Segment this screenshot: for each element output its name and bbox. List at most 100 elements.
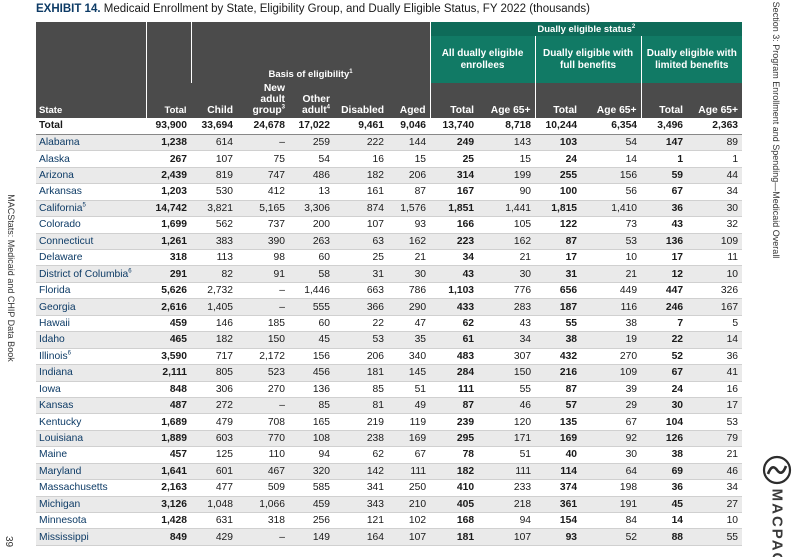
cell-child: 631 xyxy=(191,512,237,530)
cell-l-total: 36 xyxy=(641,479,688,497)
cell-total: 1,689 xyxy=(146,413,191,431)
cell-l-total: 104 xyxy=(641,413,688,431)
cell-f-total: 187 xyxy=(535,298,582,316)
state-footnote: 6 xyxy=(128,268,132,275)
cell-f-total: 255 xyxy=(535,167,582,185)
cell-new-adult: – xyxy=(237,282,289,300)
cell-other-adult: 200 xyxy=(289,216,334,234)
header-dual-status: Dually eligible status2 xyxy=(429,22,743,36)
cell-l-total: 246 xyxy=(641,298,688,316)
cell-l-total: 22 xyxy=(641,331,688,349)
state-name: Louisiana xyxy=(39,433,84,445)
cell-l-65: 27 xyxy=(687,496,743,514)
cell-d-65: 150 xyxy=(478,364,536,382)
cell-new-adult: 390 xyxy=(237,233,289,251)
cell-l-total: 136 xyxy=(641,233,688,251)
cell-l-65: 89 xyxy=(687,134,743,152)
cell-aged: 786 xyxy=(388,282,431,300)
cell-aged: 119 xyxy=(388,413,431,431)
cell-l-total: 3,496 xyxy=(641,118,688,135)
cell-child: 614 xyxy=(191,134,237,152)
cell-disabled: 25 xyxy=(334,249,388,267)
total-row: Total 93,900 33,694 24,678 17,022 9,461 9,046 1… xyxy=(36,118,743,135)
cell-f-65: 29 xyxy=(581,397,642,415)
state-cell: Maine xyxy=(36,446,146,464)
cell-f-total: 40 xyxy=(535,446,582,464)
cell-f-total: 216 xyxy=(535,364,582,382)
state-cell: Idaho xyxy=(36,331,146,349)
cell-d-total: 181 xyxy=(430,528,479,546)
cell-d-total: 87 xyxy=(430,397,479,415)
cell-disabled: 366 xyxy=(334,298,388,316)
cell-f-65: 6,354 xyxy=(581,118,642,135)
cell-f-65: 191 xyxy=(581,496,642,514)
cell-d-65: 143 xyxy=(478,134,536,152)
cell-d-65: 30 xyxy=(478,265,536,283)
cell-f-total: 1,815 xyxy=(535,200,582,218)
cell-l-65: 44 xyxy=(687,167,743,185)
cell-l-65: 10 xyxy=(687,265,743,283)
cell-f-total: 57 xyxy=(535,397,582,415)
cell-l-65: 53 xyxy=(687,413,743,431)
book-title: MACStats: Medicaid and CHIP Data Book xyxy=(6,194,16,362)
cell-d-65: 21 xyxy=(478,249,536,267)
state-cell: Iowa xyxy=(36,381,146,398)
table-row: Illinois6 3,590 717 2,172 156 206 340 483 307 432… xyxy=(36,348,743,366)
macpac-logo: MACPAC xyxy=(762,455,794,557)
cell-f-total: 38 xyxy=(535,331,582,349)
header-other-adult: Other adult4 xyxy=(289,83,334,118)
cell-f-65: 84 xyxy=(581,512,642,530)
table-row: Minnesota 1,428 631 318 256 121 102 168 94 154 84 1… xyxy=(36,512,743,530)
cell-aged: 210 xyxy=(388,496,431,514)
cell-f-65: 116 xyxy=(581,298,642,316)
header-limited-65: Age 65+ xyxy=(687,83,743,118)
cell-f-65: 53 xyxy=(581,233,642,251)
cell-d-total: 410 xyxy=(430,479,479,497)
cell-d-total: 295 xyxy=(430,430,479,448)
header-dual-status-sup: 2 xyxy=(631,23,636,30)
table-row: Kentucky 1,689 479 708 165 219 119 239 120 135 67 1… xyxy=(36,413,743,431)
cell-d-total: 34 xyxy=(430,249,479,267)
cell-disabled: 182 xyxy=(334,167,388,185)
cell-l-65: 32 xyxy=(687,216,743,234)
cell-other-adult: 60 xyxy=(289,249,334,267)
enrollment-table: State Total Basis of eligibility1 Dually… xyxy=(36,22,743,546)
cell-l-total: 24 xyxy=(641,381,688,398)
state-name: Alabama xyxy=(39,137,80,149)
cell-disabled: 81 xyxy=(334,397,388,415)
cell-child: 125 xyxy=(191,446,237,464)
cell-total: 1,203 xyxy=(146,183,191,201)
cell-other-adult: 256 xyxy=(289,512,334,530)
cell-other-adult: 263 xyxy=(289,233,334,251)
cell-other-adult: 149 xyxy=(289,528,334,546)
cell-new-adult: – xyxy=(237,298,289,316)
cell-l-total: 67 xyxy=(641,183,688,201)
cell-l-65: 30 xyxy=(687,200,743,218)
cell-child: 146 xyxy=(191,315,237,333)
cell-other-adult: 585 xyxy=(289,479,334,497)
cell-aged: 169 xyxy=(388,430,431,448)
state-cell: Georgia xyxy=(36,298,146,316)
header-basis-label: Basis of eligibility xyxy=(268,69,350,80)
cell-d-total: 111 xyxy=(430,381,479,398)
cell-l-65: 326 xyxy=(687,282,743,300)
table-row: Georgia 2,616 1,405–555 366 290 433 283 187 116 2… xyxy=(36,298,743,316)
cell-l-65: 109 xyxy=(687,233,743,251)
cell-f-65: 64 xyxy=(581,463,642,481)
state-name: Maryland xyxy=(39,465,82,477)
cell-l-total: 14 xyxy=(641,512,688,530)
cell-new-adult: – xyxy=(237,528,289,546)
state-name: Idaho xyxy=(39,334,65,346)
cell-child: 1,048 xyxy=(191,496,237,514)
cell-d-65: 233 xyxy=(478,479,536,497)
header-full-benefits: Dually eligible with full benefits xyxy=(534,36,642,83)
cell-f-total: 154 xyxy=(535,512,582,530)
cell-d-total: 61 xyxy=(430,331,479,349)
cell-d-total: 182 xyxy=(430,463,479,481)
cell-l-65: 21 xyxy=(687,446,743,464)
cell-total: 5,626 xyxy=(146,282,191,300)
cell-f-total: 17 xyxy=(535,249,582,267)
state-name: Delaware xyxy=(39,252,83,264)
cell-d-65: 199 xyxy=(478,167,536,185)
cell-d-total: 13,740 xyxy=(430,118,479,135)
